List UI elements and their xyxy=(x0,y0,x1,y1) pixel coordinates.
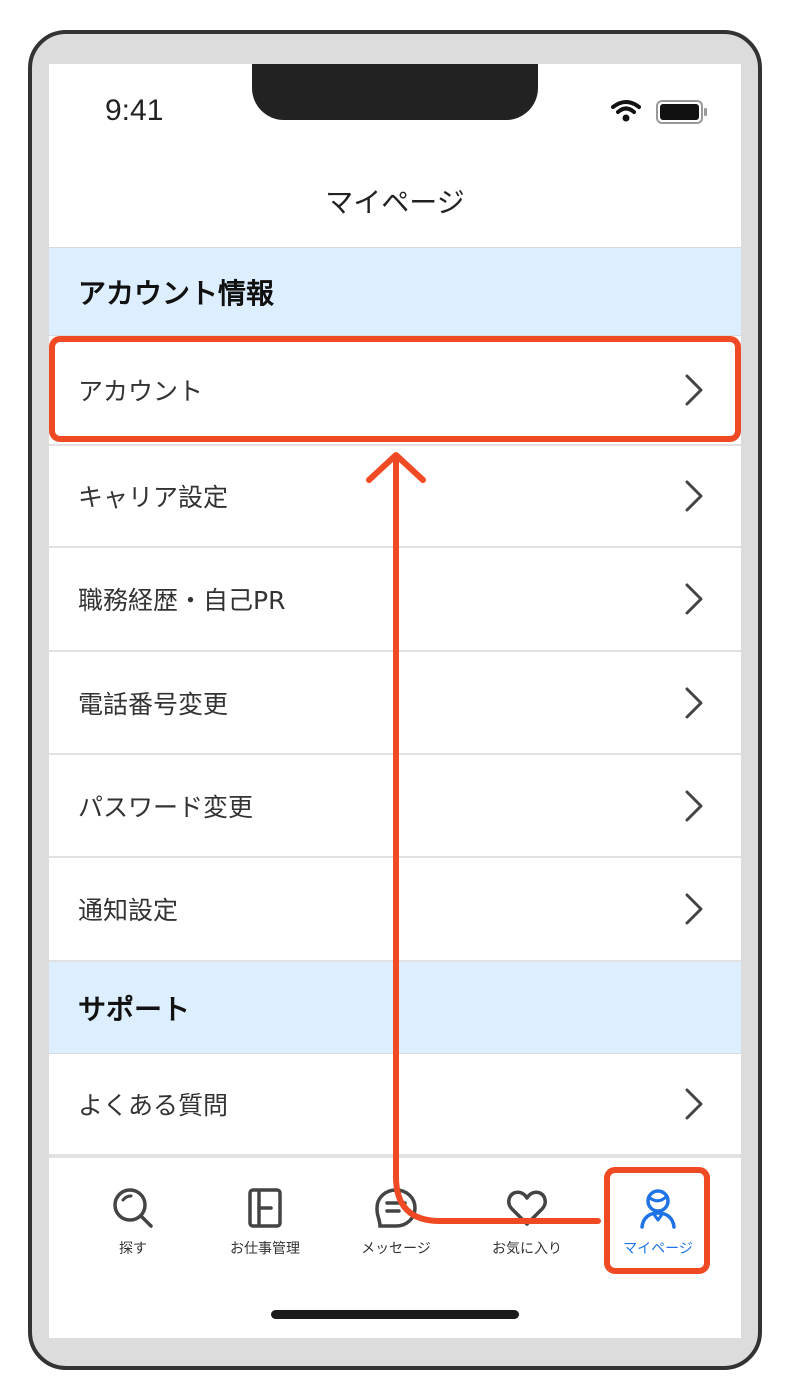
list-item-label: 職務経歴・自己PR xyxy=(78,586,286,615)
tab-label: お気に入り xyxy=(492,1241,562,1257)
tab-messages[interactable]: メッセージ xyxy=(331,1158,461,1268)
list-item-password-change[interactable]: パスワード変更 xyxy=(49,755,741,858)
device-notch xyxy=(252,64,538,120)
tab-label: マイページ xyxy=(623,1241,693,1257)
message-icon xyxy=(375,1188,417,1228)
chevron-right-icon xyxy=(685,893,703,925)
wifi-icon xyxy=(611,100,641,122)
list-item-notification-settings[interactable]: 通知設定 xyxy=(49,858,741,962)
tab-label: メッセージ xyxy=(361,1241,431,1257)
section-header-account-info: アカウント情報 xyxy=(49,248,741,336)
tab-search[interactable]: 探す xyxy=(68,1158,198,1268)
list-item-label: よくある質問 xyxy=(78,1091,229,1120)
list-item-label: アカウント xyxy=(78,377,204,406)
section-header-support: サポート xyxy=(49,962,741,1054)
phone-screen: 9:41 マイページ アカウント情報 アカウント キャリア設定 職務経歴・自己P… xyxy=(49,64,741,1338)
list-item-phone-change[interactable]: 電話番号変更 xyxy=(49,652,741,755)
list-item-career-settings[interactable]: キャリア設定 xyxy=(49,446,741,548)
chevron-right-icon xyxy=(685,790,703,821)
chevron-right-icon xyxy=(685,480,703,512)
list-item-account[interactable]: アカウント xyxy=(49,336,741,446)
chevron-right-icon xyxy=(685,1088,703,1120)
navigation-bar: マイページ xyxy=(49,154,741,248)
list-item-work-history[interactable]: 職務経歴・自己PR xyxy=(49,548,741,652)
list-item-faq[interactable]: よくある質問 xyxy=(49,1054,741,1156)
job-manage-icon xyxy=(248,1188,282,1228)
list-item-label: 通知設定 xyxy=(78,896,179,925)
list-item-label: キャリア設定 xyxy=(78,483,229,512)
tab-mypage[interactable]: マイページ xyxy=(593,1158,723,1268)
heart-icon xyxy=(507,1190,547,1226)
chevron-right-icon xyxy=(685,374,703,406)
tab-favorites[interactable]: お気に入り xyxy=(462,1158,592,1268)
section-title: アカウント情報 xyxy=(78,276,275,310)
user-icon xyxy=(640,1189,676,1229)
tab-job-management[interactable]: お仕事管理 xyxy=(200,1158,330,1268)
home-indicator xyxy=(271,1310,519,1319)
page-title: マイページ xyxy=(325,185,465,219)
list-item-label: 電話番号変更 xyxy=(78,689,229,719)
chevron-right-icon xyxy=(685,583,703,615)
chevron-right-icon xyxy=(685,687,703,718)
tab-label: 探す xyxy=(119,1241,147,1257)
search-icon xyxy=(113,1188,153,1228)
status-time: 9:41 xyxy=(105,94,164,127)
list-item-label: パスワード変更 xyxy=(78,792,254,822)
section-title: サポート xyxy=(78,992,191,1026)
tab-label: お仕事管理 xyxy=(230,1241,300,1257)
battery-icon xyxy=(656,100,707,124)
